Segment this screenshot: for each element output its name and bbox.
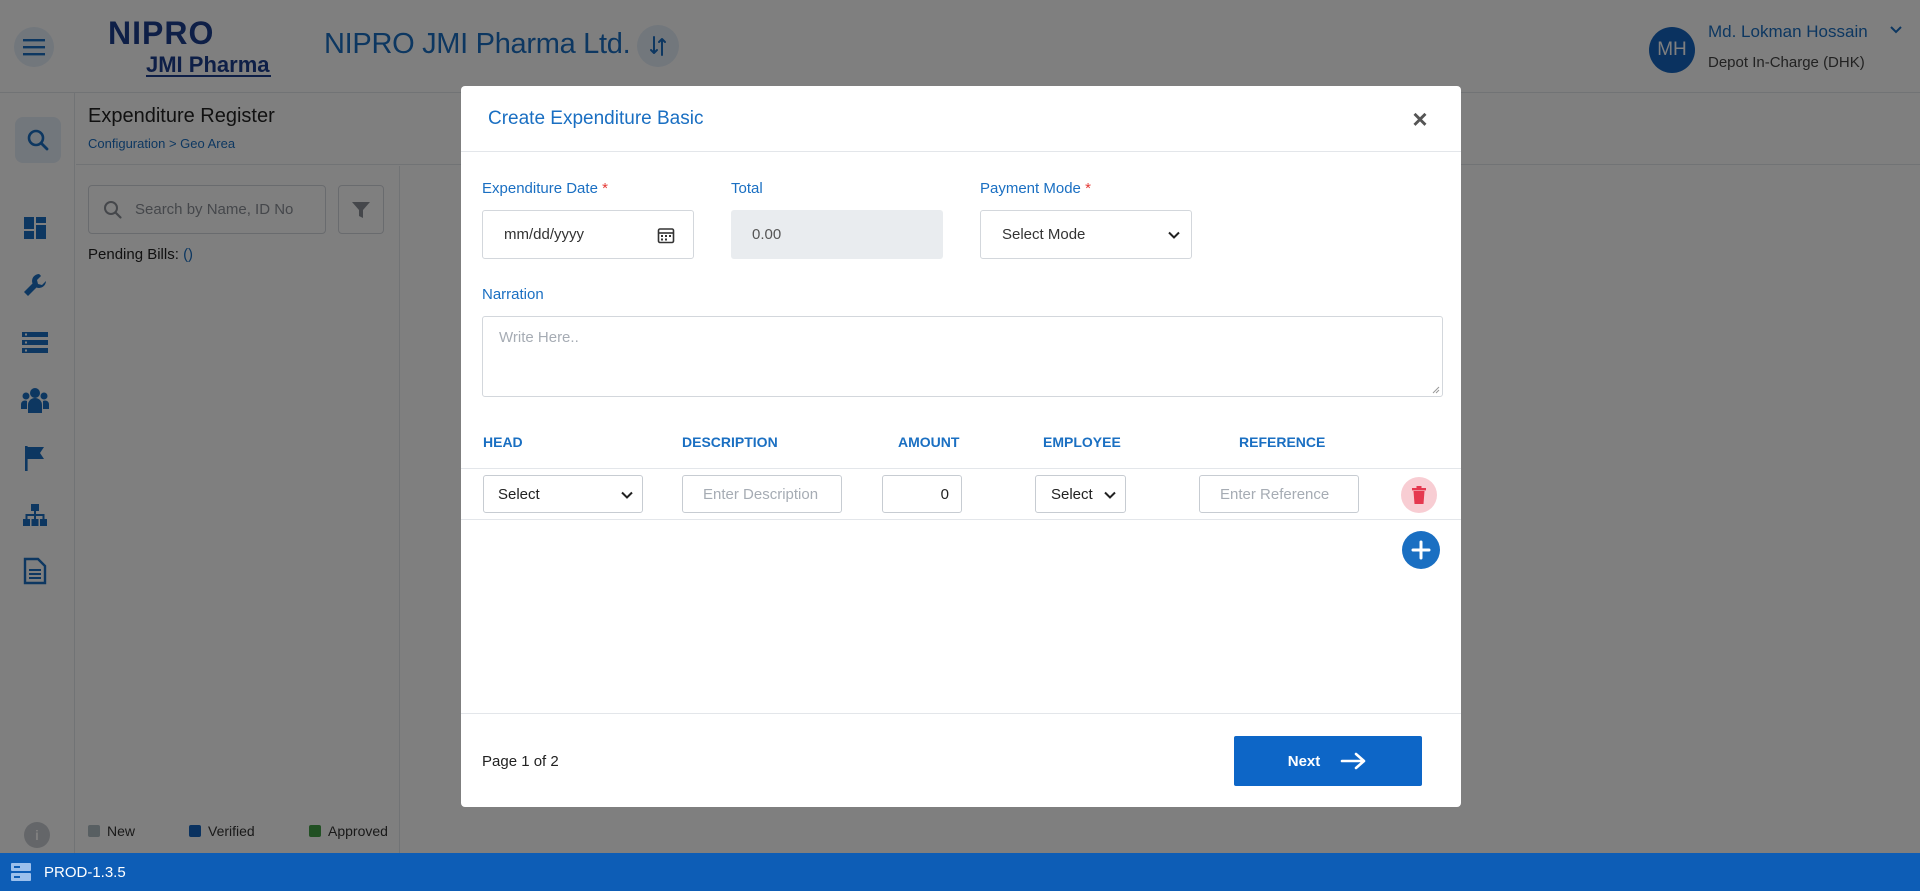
payment-mode-label-text: Payment Mode bbox=[980, 180, 1081, 197]
col-header-amount: AMOUNT bbox=[898, 434, 960, 450]
required-mark: * bbox=[1085, 180, 1091, 197]
table-row: Select Enter Description 0 Select Enter … bbox=[461, 468, 1461, 520]
chevron-down-icon bbox=[1104, 491, 1116, 499]
col-header-reference: REFERENCE bbox=[1239, 434, 1326, 450]
narration-label: Narration bbox=[482, 286, 544, 303]
resize-grip-icon[interactable] bbox=[1430, 384, 1440, 394]
modal-title: Create Expenditure Basic bbox=[488, 108, 704, 129]
close-icon[interactable]: × bbox=[1407, 104, 1433, 134]
payment-mode-select[interactable]: Select Mode bbox=[980, 210, 1192, 259]
server-icon bbox=[11, 863, 31, 881]
plus-icon bbox=[1411, 540, 1431, 560]
narration-placeholder: Write Here.. bbox=[499, 329, 579, 346]
expenditure-date-input[interactable]: mm/dd/yyyy bbox=[482, 210, 694, 259]
chevron-down-icon bbox=[621, 491, 633, 499]
head-select-value: Select bbox=[498, 485, 540, 503]
expenditure-date-label-text: Expenditure Date bbox=[482, 180, 598, 197]
modal-footer: Page 1 of 2 Next bbox=[461, 713, 1461, 807]
col-header-description: DESCRIPTION bbox=[682, 434, 778, 450]
payment-mode-value: Select Mode bbox=[1002, 226, 1086, 243]
total-label: Total bbox=[731, 180, 763, 197]
status-footer: PROD-1.3.5 bbox=[0, 853, 1920, 891]
next-label: Next bbox=[1287, 752, 1321, 770]
employee-select-value: Select bbox=[1051, 485, 1093, 503]
page-info: Page 1 of 2 bbox=[482, 753, 559, 770]
amount-value: 0 bbox=[940, 485, 949, 503]
chevron-down-icon bbox=[1168, 231, 1180, 239]
next-button[interactable]: Next bbox=[1234, 736, 1422, 786]
payment-mode-label: Payment Mode * bbox=[980, 180, 1091, 197]
delete-row-button[interactable] bbox=[1401, 477, 1437, 513]
reference-placeholder: Enter Reference bbox=[1220, 485, 1330, 503]
description-placeholder: Enter Description bbox=[703, 485, 819, 503]
amount-input[interactable]: 0 bbox=[882, 475, 962, 513]
version-label: PROD-1.3.5 bbox=[44, 863, 126, 881]
col-header-head: HEAD bbox=[483, 434, 523, 450]
trash-icon bbox=[1412, 486, 1426, 504]
create-expenditure-modal: Create Expenditure Basic × Expenditure D… bbox=[461, 86, 1461, 807]
reference-input[interactable]: Enter Reference bbox=[1199, 475, 1359, 513]
narration-textarea[interactable]: Write Here.. bbox=[482, 316, 1443, 397]
arrow-right-icon bbox=[1340, 751, 1368, 771]
total-field: 0.00 bbox=[731, 210, 943, 259]
employee-select[interactable]: Select bbox=[1035, 475, 1126, 513]
head-select[interactable]: Select bbox=[483, 475, 643, 513]
expenditure-date-label: Expenditure Date * bbox=[482, 180, 608, 197]
description-input[interactable]: Enter Description bbox=[682, 475, 842, 513]
calendar-icon[interactable] bbox=[657, 226, 675, 244]
required-mark: * bbox=[602, 180, 608, 197]
date-placeholder: mm/dd/yyyy bbox=[504, 226, 585, 243]
modal-header: Create Expenditure Basic × bbox=[461, 86, 1461, 152]
add-row-button[interactable] bbox=[1402, 531, 1440, 569]
col-header-employee: EMPLOYEE bbox=[1043, 434, 1121, 450]
